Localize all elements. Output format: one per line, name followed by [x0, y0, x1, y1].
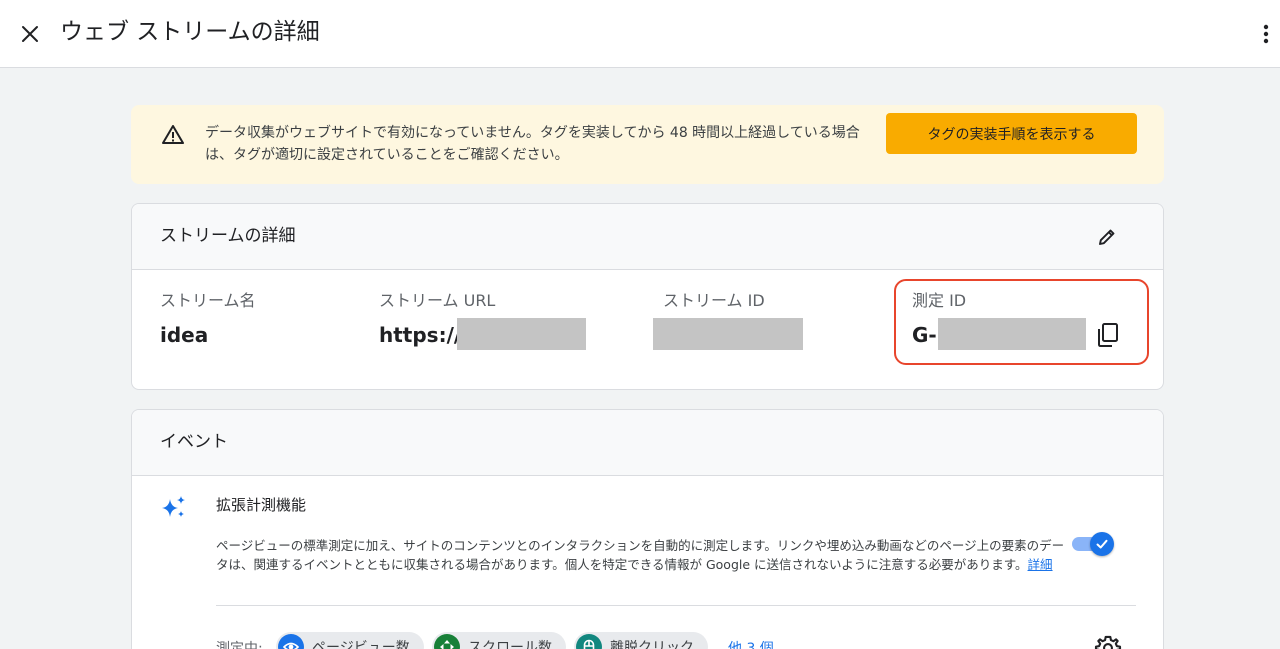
- view-tag-instructions-button[interactable]: タグの実装手順を表示する: [886, 113, 1137, 154]
- redacted-url: [457, 318, 586, 350]
- page-title: ウェブ ストリームの詳細: [60, 19, 320, 45]
- enhanced-measurement-toggle[interactable]: [1072, 532, 1116, 556]
- measuring-label: 測定中:: [216, 641, 263, 649]
- scrolls-chip: スクロール数: [432, 632, 566, 649]
- stream-name-value: idea: [160, 323, 209, 347]
- stream-name-label: ストリーム名: [160, 291, 256, 310]
- pencil-icon: [1099, 229, 1115, 245]
- events-header: イベント: [132, 410, 1163, 476]
- measurement-id-value: G-: [912, 323, 937, 347]
- gear-icon[interactable]: [1094, 634, 1122, 649]
- more-events-link[interactable]: 他 3 個: [728, 638, 774, 649]
- top-bar: ウェブ ストリームの詳細: [0, 0, 1280, 68]
- redacted-measurement-id: [938, 318, 1086, 350]
- events-card: イベント 拡張計測機能 ページビューの標準測定に加え、サイトのコンテンツとのイン…: [131, 409, 1164, 649]
- check-icon: [1096, 539, 1108, 549]
- close-button[interactable]: [14, 18, 46, 50]
- measurement-id-label: 測定 ID: [912, 291, 967, 310]
- events-title: イベント: [160, 432, 228, 452]
- enhanced-measurement-description: ページビューの標準測定に加え、サイトのコンテンツとのインタラクションを自動的に測…: [216, 536, 1068, 574]
- scrolls-chip-label: スクロール数: [468, 640, 552, 649]
- outbound-clicks-chip: 離脱クリック: [574, 632, 708, 649]
- edit-button[interactable]: [1094, 224, 1120, 250]
- redacted-stream-id: [653, 318, 803, 350]
- stream-url-label: ストリーム URL: [379, 291, 496, 310]
- copy-icon: [1098, 323, 1118, 347]
- outbound-clicks-chip-label: 離脱クリック: [610, 640, 694, 649]
- toggle-knob: [1090, 532, 1114, 556]
- warning-icon: [162, 125, 184, 144]
- stream-details-title: ストリームの詳細: [160, 226, 296, 246]
- enhanced-measurement-title: 拡張計測機能: [216, 496, 307, 514]
- eye-icon: [278, 634, 304, 649]
- more-options-button[interactable]: [1254, 18, 1278, 50]
- close-icon: [22, 26, 38, 42]
- copy-measurement-id-button[interactable]: [1095, 321, 1121, 349]
- stream-details-card: ストリームの詳細 ストリーム名 idea ストリーム URL https:// …: [131, 203, 1164, 390]
- mouse-icon: [576, 634, 602, 649]
- page-views-chip-label: ページビュー数: [312, 640, 410, 649]
- stream-id-label: ストリーム ID: [663, 291, 765, 310]
- stream-details-header: ストリームの詳細: [132, 204, 1163, 270]
- stream-url-value: https://: [379, 323, 462, 347]
- data-collection-warning-banner: データ収集がウェブサイトで有効になっていません。タグを実装してから 48 時間以…: [131, 105, 1164, 184]
- warning-message: データ収集がウェブサイトで有効になっていません。タグを実装してから 48 時間以…: [205, 125, 860, 163]
- enhanced-measurement-description-text: ページビューの標準測定に加え、サイトのコンテンツとのインタラクションを自動的に測…: [216, 538, 1065, 572]
- scroll-icon: [434, 634, 460, 649]
- sparkle-icon: [162, 496, 185, 517]
- page-views-chip: ページビュー数: [276, 632, 424, 649]
- section-divider: [216, 605, 1136, 606]
- more-vert-icon: [1263, 24, 1269, 44]
- learn-more-link[interactable]: 詳細: [1028, 557, 1053, 572]
